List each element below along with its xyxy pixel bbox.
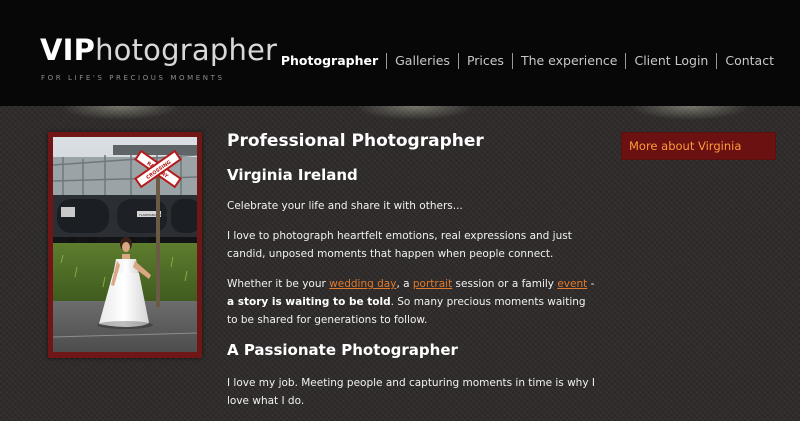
site-logo[interactable]: VIPhotographer <box>40 34 277 66</box>
story-text-1: Whether it be your <box>227 278 330 290</box>
nav-item-photographer[interactable]: Photographer <box>281 53 386 69</box>
story-paragraph: Whether it be your wedding day, a portra… <box>227 275 597 329</box>
nav-item-prices[interactable]: Prices <box>457 53 512 69</box>
love-paragraph: I love to photograph heartfelt emotions,… <box>227 230 572 260</box>
more-about-virginia-link[interactable]: More about Virginia <box>622 139 741 153</box>
portrait-link[interactable]: portrait <box>413 278 452 290</box>
nav-item-galleries[interactable]: Galleries <box>386 53 458 69</box>
wedding-day-link[interactable]: wedding day <box>329 278 396 290</box>
sidebar-box: More about Virginia <box>621 132 776 160</box>
nav-item-contact[interactable]: Contact <box>716 53 774 69</box>
nav-item-client-login[interactable]: Client Login <box>625 53 716 69</box>
intro-paragraph: Celebrate your life and share it with ot… <box>227 200 463 212</box>
logo-text: hotographer <box>95 33 278 67</box>
main-nav: Photographer Galleries Prices The experi… <box>281 53 774 69</box>
story-text-3: session or a family <box>452 278 558 290</box>
hero-photo-frame: FLAMMABLE LIQUID RAI <box>48 132 202 358</box>
site-header: VIPhotographer FOR LIFE'S PRECIOUS MOMEN… <box>0 0 800 106</box>
passionate-heading: A Passionate Photographer <box>227 341 458 359</box>
site-tagline: FOR LIFE'S PRECIOUS MOMENTS <box>41 74 225 82</box>
story-text-4: - <box>587 278 595 290</box>
photographer-name: Virginia Ireland <box>227 166 358 184</box>
main-content: Professional Photographer Virginia Irela… <box>227 130 597 410</box>
bride-railway-photo: FLAMMABLE LIQUID RAI <box>53 137 197 352</box>
event-link[interactable]: event <box>557 278 587 290</box>
story-bold: a story is waiting to be told <box>227 296 391 308</box>
hero-photo: FLAMMABLE LIQUID RAI <box>53 137 197 352</box>
job-paragraph: I love my job. Meeting people and captur… <box>227 377 595 407</box>
logo-vip: VIP <box>40 33 96 67</box>
tank-label: FLAMMABLE LIQUID <box>139 213 169 217</box>
page-title: Professional Photographer <box>227 131 484 151</box>
nav-item-the-experience[interactable]: The experience <box>511 53 626 69</box>
story-text-2: , a <box>396 278 413 290</box>
